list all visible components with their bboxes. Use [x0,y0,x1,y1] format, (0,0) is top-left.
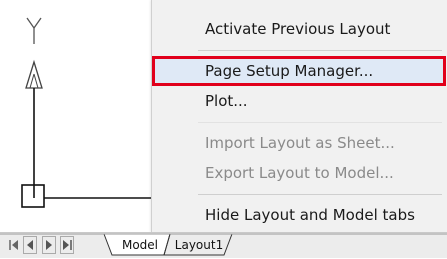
menu-item-page-setup-manager[interactable]: Page Setup Manager... [152,56,446,86]
menu-item-export-layout-to-model: Export Layout to Model... [205,164,394,182]
ucs-icon [21,17,152,208]
menu-item-import-layout-as-sheet: Import Layout as Sheet... [205,134,395,152]
tab-model[interactable]: Model [115,235,165,255]
tab-layout1[interactable]: Layout1 [172,235,226,255]
menu-item-activate-previous-layout[interactable]: Activate Previous Layout [152,14,446,44]
menu-separator [198,194,442,195]
next-tab-icon[interactable] [42,236,56,254]
menu-separator [198,50,442,51]
menu-item-plot[interactable]: Plot... [152,86,446,116]
first-tab-icon[interactable] [6,236,20,254]
menu-separator [198,122,442,123]
last-tab-icon[interactable] [60,236,74,254]
layout-tab-bar: Model Layout1 [0,232,447,258]
menu-item-hide-layout-and-model-tabs[interactable]: Hide Layout and Model tabs [152,200,446,230]
layout-context-menu: Activate Previous Layout Page Setup Mana… [151,0,447,232]
previous-tab-icon[interactable] [23,236,37,254]
